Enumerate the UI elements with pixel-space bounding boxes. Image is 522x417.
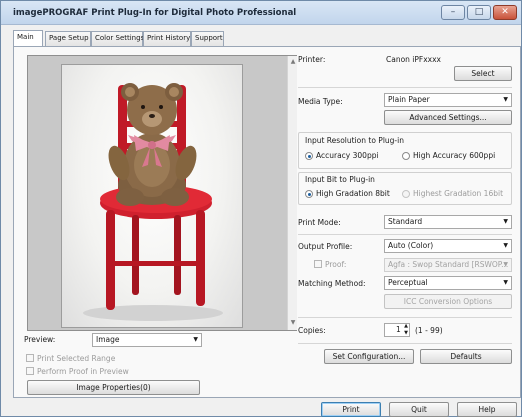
advanced-settings-button[interactable]: Advanced Settings...: [384, 110, 512, 125]
dropdown-arrow-icon: ▼: [503, 279, 508, 286]
main-tab-panel: ▲ ▼ Preview: Image ▼ Print Selected Rang…: [13, 46, 521, 398]
close-button[interactable]: ✕: [493, 5, 517, 20]
matching-method-select[interactable]: Perceptual ▼: [384, 276, 512, 290]
perform-proof-checkbox[interactable]: [26, 367, 34, 375]
window-title: imagePROGRAF Print Plug-In for Digital P…: [13, 8, 297, 18]
separator: [298, 343, 512, 344]
spin-up-arrow-icon[interactable]: ▲: [404, 323, 408, 329]
tab-main[interactable]: Main: [13, 30, 43, 46]
input-resolution-title: Input Resolution to Plug-in: [305, 136, 404, 145]
select-printer-button[interactable]: Select: [454, 66, 512, 81]
preview-area: ▲ ▼: [27, 55, 297, 331]
defaults-button[interactable]: Defaults: [420, 349, 512, 364]
separator: [298, 87, 512, 88]
tab-color-settings[interactable]: Color Settings: [91, 31, 144, 46]
input-bit-group: Input Bit to Plug-in High Gradation 8bit…: [298, 172, 512, 205]
preview-label: Preview:: [24, 335, 56, 344]
accuracy-300ppi-label: Accuracy 300ppi: [316, 151, 379, 160]
print-button[interactable]: Print: [321, 402, 381, 417]
print-mode-label: Print Mode:: [298, 218, 341, 227]
copies-range: (1 - 99): [415, 326, 443, 335]
output-profile-label: Output Profile:: [298, 242, 353, 251]
print-selected-range-label: Print Selected Range: [37, 354, 116, 363]
preview-mode-value: Image: [96, 335, 120, 344]
spin-down-arrow-icon[interactable]: ▼: [404, 330, 408, 336]
title-bar: imagePROGRAF Print Plug-In for Digital P…: [1, 1, 521, 25]
separator: [298, 234, 512, 235]
media-type-value: Plain Paper: [388, 95, 430, 104]
copies-value: 1: [396, 325, 401, 334]
image-properties-button[interactable]: Image Properties(0): [27, 380, 200, 395]
matching-method-value: Perceptual: [388, 278, 428, 287]
scroll-down-arrow-icon[interactable]: ▼: [289, 319, 297, 326]
input-resolution-group: Input Resolution to Plug-in Accuracy 300…: [298, 132, 512, 169]
teddy-bear-on-chair-image: [83, 83, 223, 321]
input-bit-title: Input Bit to Plug-in: [305, 175, 375, 184]
proof-value: Agfa : Swop Standard [RSWOP...: [388, 260, 509, 269]
help-button[interactable]: Help: [457, 402, 517, 417]
icc-conversion-options-button[interactable]: ICC Conversion Options: [384, 294, 512, 309]
media-type-select[interactable]: Plain Paper ▼: [384, 93, 512, 107]
tab-support[interactable]: Support: [191, 31, 224, 46]
maximize-button[interactable]: □: [467, 5, 491, 20]
high-accuracy-600ppi-label: High Accuracy 600ppi: [413, 151, 496, 160]
high-gradation-8bit-radio[interactable]: [305, 190, 313, 198]
separator: [298, 317, 512, 318]
highest-gradation-16bit-label: Highest Gradation 16bit: [413, 189, 504, 198]
preview-photo: [61, 64, 243, 328]
dropdown-arrow-icon: ▼: [503, 96, 508, 103]
high-gradation-8bit-label: High Gradation 8bit: [316, 189, 390, 198]
quit-button[interactable]: Quit: [389, 402, 449, 417]
printer-label: Printer:: [298, 55, 326, 64]
tab-print-history[interactable]: Print History: [143, 31, 191, 46]
preview-mode-select[interactable]: Image ▼: [92, 333, 202, 347]
accuracy-300ppi-radio[interactable]: [305, 152, 313, 160]
print-selected-range-checkbox[interactable]: [26, 354, 34, 362]
copies-label: Copies:: [298, 326, 326, 335]
output-profile-value: Auto (Color): [388, 241, 434, 250]
dropdown-arrow-icon: ▼: [193, 336, 198, 343]
proof-label: Proof:: [325, 260, 347, 269]
high-accuracy-600ppi-radio[interactable]: [402, 152, 410, 160]
print-mode-value: Standard: [388, 217, 423, 226]
dropdown-arrow-icon: ▼: [503, 218, 508, 225]
print-mode-select[interactable]: Standard ▼: [384, 215, 512, 229]
dropdown-arrow-icon: ▼: [503, 261, 508, 268]
proof-checkbox[interactable]: [314, 260, 322, 268]
proof-select[interactable]: Agfa : Swop Standard [RSWOP... ▼: [384, 258, 512, 272]
plugin-window: imagePROGRAF Print Plug-In for Digital P…: [0, 0, 522, 417]
scroll-up-arrow-icon[interactable]: ▲: [289, 58, 297, 65]
set-configuration-button[interactable]: Set Configuration...: [324, 349, 414, 364]
minimize-button[interactable]: –: [441, 5, 465, 20]
perform-proof-label: Perform Proof in Preview: [37, 367, 129, 376]
preview-scrollbar[interactable]: ▲ ▼: [287, 56, 297, 330]
output-profile-select[interactable]: Auto (Color) ▼: [384, 239, 512, 253]
dropdown-arrow-icon: ▼: [503, 242, 508, 249]
matching-method-label: Matching Method:: [298, 279, 366, 288]
tab-page-setup[interactable]: Page Setup: [45, 31, 91, 46]
copies-spinner[interactable]: 1 ▲ ▼: [384, 323, 410, 337]
printer-name: Canon iPFxxxx: [386, 55, 441, 64]
media-type-label: Media Type:: [298, 97, 343, 106]
highest-gradation-16bit-radio[interactable]: [402, 190, 410, 198]
